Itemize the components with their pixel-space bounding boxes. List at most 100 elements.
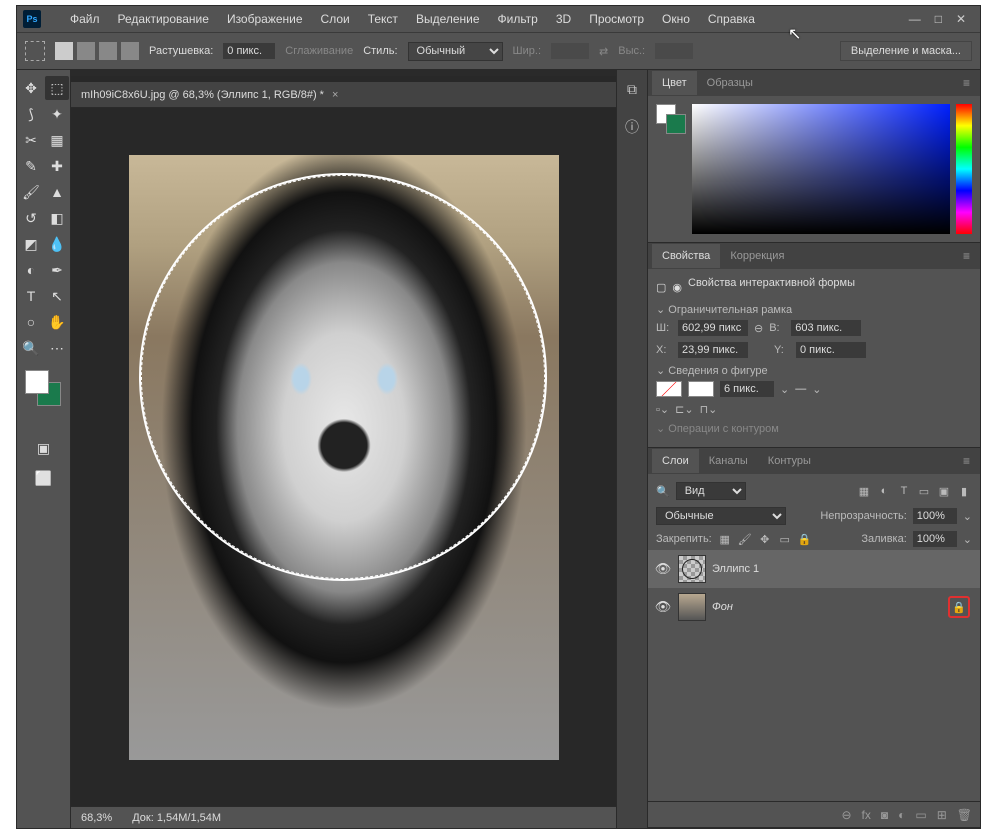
menu-filter[interactable]: Фильтр bbox=[489, 8, 547, 30]
ellipse-tool[interactable]: ○ bbox=[19, 310, 43, 334]
eraser-tool[interactable]: ◧ bbox=[45, 206, 69, 230]
menu-text[interactable]: Текст bbox=[359, 8, 407, 30]
height-value[interactable] bbox=[791, 320, 861, 336]
tab-adjustments[interactable]: Коррекция bbox=[720, 244, 794, 268]
group-icon[interactable]: ▭ bbox=[915, 808, 926, 822]
dodge-tool[interactable]: ◐ bbox=[19, 258, 43, 282]
type-tool[interactable]: T bbox=[19, 284, 43, 308]
minimize-button[interactable]: — bbox=[909, 12, 921, 26]
stroke-swatch[interactable] bbox=[688, 381, 714, 397]
tab-layers[interactable]: Слои bbox=[652, 449, 699, 473]
canvas-viewport[interactable] bbox=[71, 108, 616, 806]
tab-close-icon[interactable]: × bbox=[332, 89, 338, 101]
selection-new-icon[interactable] bbox=[55, 42, 73, 60]
menu-layers[interactable]: Слои bbox=[312, 8, 359, 30]
new-layer-icon[interactable]: ⊞ bbox=[937, 808, 947, 822]
filter-toggle-icon[interactable]: ▮ bbox=[956, 483, 972, 499]
color-picker-field[interactable] bbox=[692, 104, 950, 234]
path-ops-section[interactable]: Операции с контуром bbox=[656, 422, 972, 435]
frame-tool[interactable]: ▦ bbox=[45, 128, 69, 152]
move-tool[interactable]: ✥ bbox=[19, 76, 43, 100]
quick-mask-icon[interactable]: ▣ bbox=[32, 436, 56, 460]
layer-name[interactable]: Эллипс 1 bbox=[712, 563, 974, 575]
selection-intersect-icon[interactable] bbox=[121, 42, 139, 60]
layer-thumbnail[interactable] bbox=[678, 593, 706, 621]
filter-shape-icon[interactable]: ▭ bbox=[916, 483, 932, 499]
hand-tool[interactable]: ✋ bbox=[45, 310, 69, 334]
stroke-dropdown-icon[interactable]: ⌄ bbox=[780, 383, 789, 396]
fill-dropdown-icon[interactable]: ⌄ bbox=[963, 533, 972, 546]
layer-item-ellipse[interactable]: 👁 Эллипс 1 bbox=[648, 550, 980, 588]
menu-file[interactable]: Файл bbox=[61, 8, 109, 30]
layer-fx-icon[interactable]: fx bbox=[862, 808, 871, 822]
menu-window[interactable]: Окно bbox=[653, 8, 699, 30]
width-value[interactable] bbox=[678, 320, 748, 336]
fill-swatch[interactable] bbox=[656, 381, 682, 397]
selection-add-icon[interactable] bbox=[77, 42, 95, 60]
lock-position-icon[interactable]: ✥ bbox=[758, 533, 772, 546]
close-button[interactable]: ✕ bbox=[956, 12, 966, 26]
magic-wand-tool[interactable]: ✦ bbox=[45, 102, 69, 126]
tab-color[interactable]: Цвет bbox=[652, 71, 697, 95]
corners-icon[interactable]: ⊓⌄ bbox=[700, 403, 718, 416]
bg-swatch[interactable] bbox=[666, 114, 686, 134]
filter-kind[interactable]: Вид bbox=[676, 482, 746, 500]
lock-icon[interactable]: 🔒 bbox=[948, 596, 970, 618]
history-brush-tool[interactable]: ↺ bbox=[19, 206, 43, 230]
pen-tool[interactable]: ✒ bbox=[45, 258, 69, 282]
menu-3d[interactable]: 3D bbox=[547, 8, 580, 30]
color-mini-swatches[interactable] bbox=[656, 104, 686, 234]
link-layers-icon[interactable]: ⊖ bbox=[841, 808, 851, 822]
x-value[interactable] bbox=[678, 342, 748, 358]
tab-paths[interactable]: Контуры bbox=[758, 449, 821, 473]
shape-section[interactable]: Сведения о фигуре bbox=[656, 364, 972, 377]
edit-toolbar[interactable]: ⋯ bbox=[45, 336, 69, 360]
layer-thumbnail[interactable] bbox=[678, 555, 706, 583]
visibility-icon[interactable]: 👁 bbox=[654, 561, 672, 577]
filter-pixel-icon[interactable]: ▦ bbox=[856, 483, 872, 499]
color-swatches[interactable] bbox=[25, 370, 61, 406]
gradient-tool[interactable]: ◩ bbox=[19, 232, 43, 256]
select-and-mask-button[interactable]: Выделение и маска... bbox=[840, 41, 972, 61]
layer-name[interactable]: Фон bbox=[712, 601, 942, 613]
layer-item-background[interactable]: 👁 Фон 🔒 bbox=[648, 588, 980, 626]
blend-mode[interactable]: Обычные bbox=[656, 507, 786, 525]
zoom-level[interactable]: 68,3% bbox=[81, 812, 112, 824]
lasso-tool[interactable]: ⟆ bbox=[19, 102, 43, 126]
filter-smart-icon[interactable]: ▣ bbox=[936, 483, 952, 499]
opacity-value[interactable] bbox=[913, 508, 957, 524]
history-panel-icon[interactable]: ⧉ bbox=[623, 80, 641, 98]
layer-mask-icon[interactable]: ◙ bbox=[881, 808, 888, 822]
lock-paint-icon[interactable]: 🖌 bbox=[738, 533, 752, 546]
crop-tool[interactable]: ✂ bbox=[19, 128, 43, 152]
tab-properties[interactable]: Свойства bbox=[652, 244, 720, 268]
properties-panel-menu[interactable]: ≡ bbox=[957, 249, 976, 263]
eyedropper-tool[interactable]: ✎ bbox=[19, 154, 43, 178]
feather-input[interactable] bbox=[223, 43, 275, 59]
stroke-style-icon[interactable]: — bbox=[795, 383, 806, 395]
stroke-style-dropdown-icon[interactable]: ⌄ bbox=[812, 383, 821, 396]
filter-adjust-icon[interactable]: ◐ bbox=[876, 483, 892, 499]
filter-type-icon[interactable]: T bbox=[896, 483, 912, 499]
doc-size[interactable]: Док: 1,54M/1,54M bbox=[132, 812, 221, 824]
zoom-tool[interactable]: 🔍 bbox=[19, 336, 43, 360]
blur-tool[interactable]: 💧 bbox=[45, 232, 69, 256]
layers-panel-menu[interactable]: ≡ bbox=[957, 454, 976, 468]
visibility-icon[interactable]: 👁 bbox=[654, 599, 672, 615]
opacity-dropdown-icon[interactable]: ⌄ bbox=[963, 510, 972, 523]
fill-value[interactable] bbox=[913, 531, 957, 547]
lock-all-icon[interactable]: 🔒 bbox=[798, 533, 812, 546]
foreground-color[interactable] bbox=[25, 370, 49, 394]
canvas[interactable] bbox=[129, 155, 559, 760]
info-panel-icon[interactable]: ⓘ bbox=[623, 118, 641, 136]
path-select-tool[interactable]: ↖ bbox=[45, 284, 69, 308]
healing-tool[interactable]: ✚ bbox=[45, 154, 69, 178]
screen-mode-icon[interactable]: ⬜ bbox=[32, 466, 56, 490]
stamp-tool[interactable]: ▲ bbox=[45, 180, 69, 204]
selection-subtract-icon[interactable] bbox=[99, 42, 117, 60]
stroke-width[interactable] bbox=[720, 381, 774, 397]
marquee-tool[interactable]: ⬚ bbox=[45, 76, 69, 100]
lock-pixels-icon[interactable]: ▦ bbox=[718, 533, 732, 546]
adjustment-layer-icon[interactable]: ◐ bbox=[898, 808, 905, 822]
brush-tool[interactable]: 🖌 bbox=[19, 180, 43, 204]
